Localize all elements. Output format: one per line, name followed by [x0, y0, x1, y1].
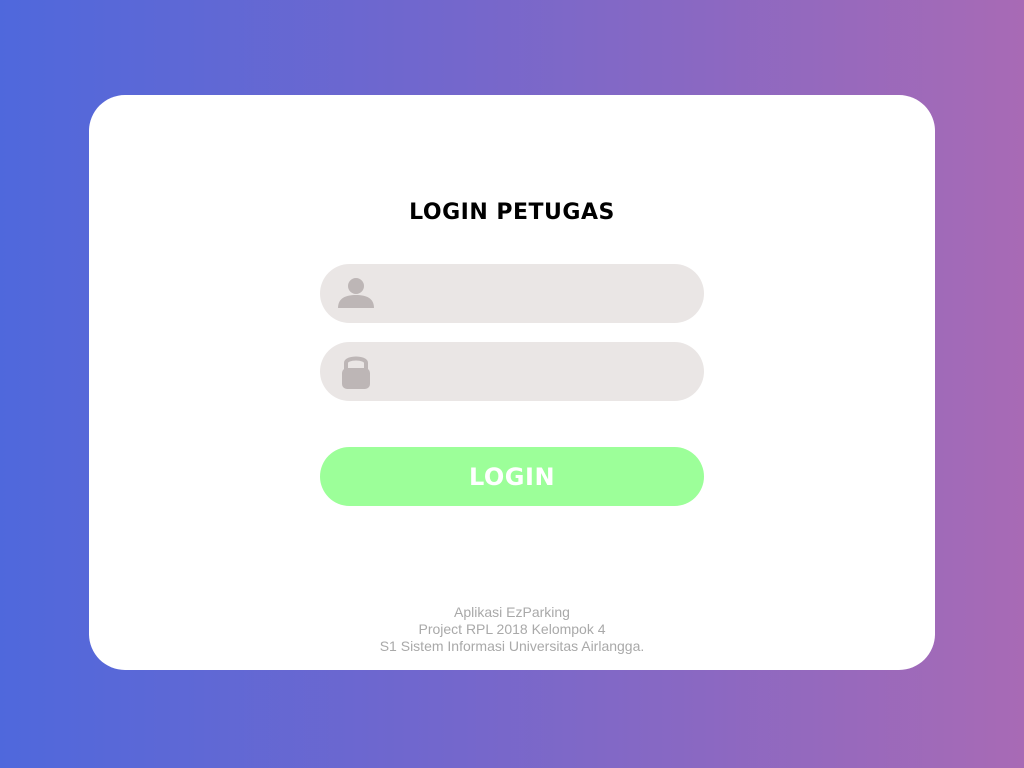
username-field[interactable] — [320, 264, 704, 325]
footer-app-name: Aplikasi EzParking — [454, 604, 570, 620]
footer-credits: Aplikasi EzParking Project RPL 2018 Kelo… — [0, 604, 1024, 655]
password-input[interactable] — [384, 342, 688, 403]
footer-project: Project RPL 2018 Kelompok 4 — [418, 621, 606, 637]
login-button[interactable]: LOGIN — [320, 447, 704, 506]
username-input[interactable] — [384, 264, 688, 325]
page-title: LOGIN PETUGAS — [409, 200, 615, 225]
user-icon — [338, 278, 374, 308]
password-field[interactable] — [320, 342, 704, 403]
lock-icon — [342, 356, 370, 389]
footer-institution: S1 Sistem Informasi Universitas Airlangg… — [379, 638, 645, 654]
